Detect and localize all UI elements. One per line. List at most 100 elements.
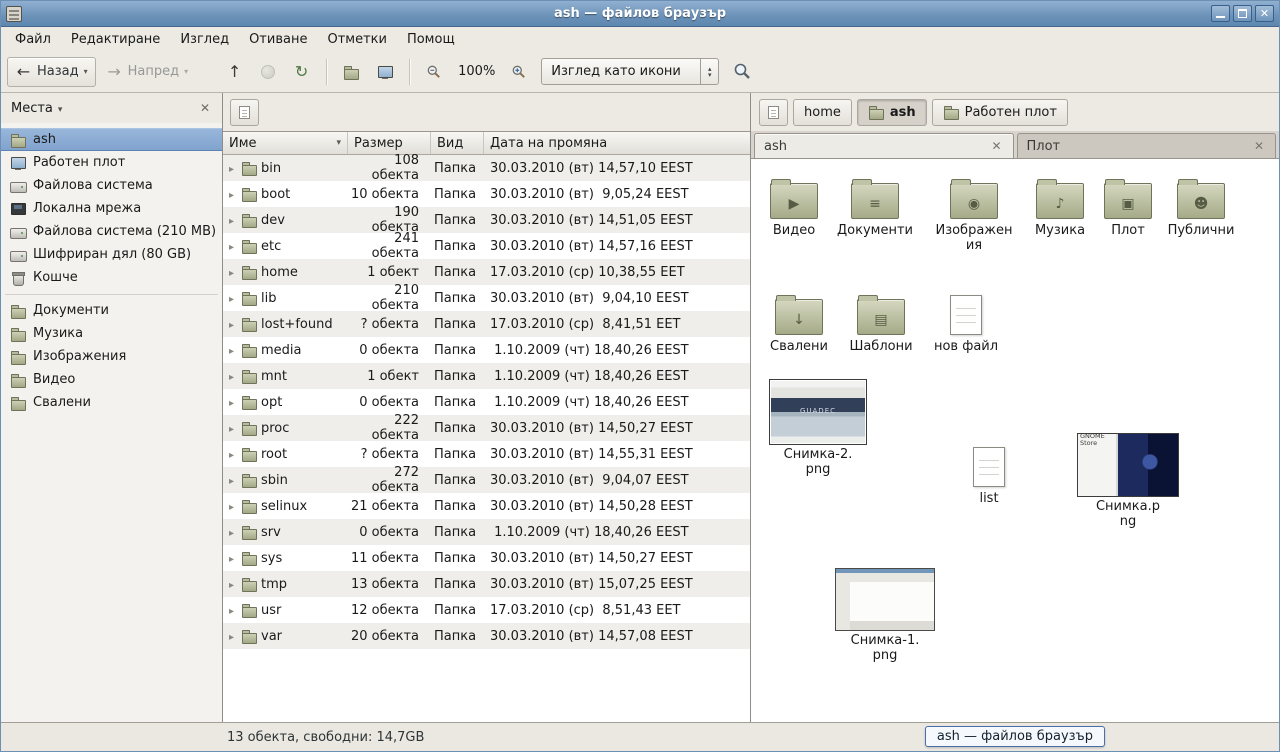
expander-icon[interactable] xyxy=(226,499,237,514)
close-button[interactable] xyxy=(1255,5,1274,22)
file-row[interactable]: selinux 21 обекта Папка 30.03.2010 (вт) … xyxy=(223,493,750,519)
column-header-size[interactable]: Размер xyxy=(348,132,431,154)
file-row[interactable]: srv 0 обекта Папка 1.10.2009 (чт) 18,40,… xyxy=(223,519,750,545)
sidebar-item[interactable]: Документи xyxy=(1,299,222,322)
sidebar-item[interactable]: Свалени xyxy=(1,391,222,414)
sidebar-item[interactable]: Файлова система xyxy=(1,174,222,197)
expander-icon[interactable] xyxy=(226,447,237,462)
file-row[interactable]: media 0 обекта Папка 1.10.2009 (чт) 18,4… xyxy=(223,337,750,363)
expander-icon[interactable] xyxy=(226,421,237,436)
column-header-name[interactable]: Име xyxy=(223,132,348,154)
sidebar-item[interactable]: Изображения xyxy=(1,345,222,368)
back-button[interactable]: ← Назад ▾ xyxy=(7,57,96,87)
tab[interactable]: ash xyxy=(754,133,1014,158)
places-title[interactable]: Места xyxy=(11,101,53,116)
view-mode-select[interactable]: Изглед като икони xyxy=(541,58,719,85)
icon-view-item[interactable]: ↓ Свалени xyxy=(756,285,842,355)
tab-close-icon[interactable] xyxy=(989,139,1003,153)
expander-icon[interactable] xyxy=(226,629,237,644)
close-sidebar-button[interactable] xyxy=(196,100,214,116)
icon-view-item[interactable]: ☻ Публични xyxy=(1158,169,1244,239)
zoom-out-button[interactable] xyxy=(418,57,450,87)
sidebar-item[interactable]: Шифриран дял (80 GB) xyxy=(1,243,222,266)
file-row[interactable]: home 1 обект Папка 17.03.2010 (ср) 10,38… xyxy=(223,259,750,285)
icon-view-item[interactable]: ◉ Изображения xyxy=(931,169,1017,254)
expander-icon[interactable] xyxy=(226,551,237,566)
tab-close-icon[interactable] xyxy=(1252,139,1266,153)
forward-button[interactable]: → Напред ▾ xyxy=(98,57,197,87)
reload-button[interactable]: ↻ xyxy=(285,57,318,87)
path-button[interactable]: Работен плот xyxy=(932,99,1068,126)
file-row[interactable]: root ? обекта Папка 30.03.2010 (вт) 14,5… xyxy=(223,441,750,467)
tab[interactable]: Плот xyxy=(1017,133,1277,158)
sidebar-item[interactable]: Кошче xyxy=(1,266,222,289)
expander-icon[interactable] xyxy=(226,213,237,228)
expander-icon[interactable] xyxy=(226,369,237,384)
expander-icon[interactable] xyxy=(226,265,237,280)
icon-view-item[interactable]: ▶ Видео xyxy=(751,169,837,239)
location-toggle-button[interactable] xyxy=(230,99,259,126)
stop-button[interactable] xyxy=(253,57,283,87)
sidebar-item[interactable]: Файлова система (210 MB) xyxy=(1,220,222,243)
sidebar-item[interactable] xyxy=(1,289,222,299)
file-row[interactable]: boot 10 обекта Папка 30.03.2010 (вт) 9,0… xyxy=(223,181,750,207)
file-row[interactable]: etc 241 обекта Папка 30.03.2010 (вт) 14,… xyxy=(223,233,750,259)
file-row[interactable]: sbin 272 обекта Папка 30.03.2010 (вт) 9,… xyxy=(223,467,750,493)
menu-item[interactable]: Помощ xyxy=(397,29,465,50)
file-row[interactable]: usr 12 обекта Папка 17.03.2010 (ср) 8,51… xyxy=(223,597,750,623)
menu-item[interactable]: Изглед xyxy=(170,29,239,50)
column-header-date[interactable]: Дата на промяна xyxy=(484,132,750,154)
file-row[interactable]: lost+found ? обекта Папка 17.03.2010 (ср… xyxy=(223,311,750,337)
window-menu-icon[interactable] xyxy=(6,6,22,22)
sidebar-item[interactable]: Работен плот xyxy=(1,151,222,174)
file-row[interactable]: bin 108 обекта Папка 30.03.2010 (вт) 14,… xyxy=(223,155,750,181)
sidebar-item[interactable]: Локална мрежа xyxy=(1,197,222,220)
menu-item[interactable]: Отиване xyxy=(239,29,317,50)
expander-icon[interactable] xyxy=(226,161,237,176)
file-type: Папка xyxy=(431,603,484,618)
column-header-type[interactable]: Вид xyxy=(431,132,484,154)
icon-view-item[interactable]: GUADEC Снимка-2.png xyxy=(763,369,873,478)
icon-view-item[interactable]: list xyxy=(954,437,1024,507)
up-button[interactable]: ↑ xyxy=(218,57,251,87)
expander-icon[interactable] xyxy=(226,343,237,358)
path-button[interactable]: home xyxy=(793,99,852,126)
menu-item[interactable]: Редактиране xyxy=(61,29,170,50)
location-toggle-button[interactable] xyxy=(759,99,788,126)
search-button[interactable] xyxy=(725,57,760,87)
sidebar-item[interactable]: Музика xyxy=(1,322,222,345)
sidebar-item[interactable]: Видео xyxy=(1,368,222,391)
file-row[interactable]: tmp 13 обекта Папка 30.03.2010 (вт) 15,0… xyxy=(223,571,750,597)
minimize-button[interactable] xyxy=(1211,5,1230,22)
maximize-button[interactable] xyxy=(1233,5,1252,22)
expander-icon[interactable] xyxy=(226,473,237,488)
home-button[interactable] xyxy=(335,57,367,87)
file-row[interactable]: mnt 1 обект Папка 1.10.2009 (чт) 18,40,2… xyxy=(223,363,750,389)
expander-icon[interactable] xyxy=(226,395,237,410)
expander-icon[interactable] xyxy=(226,239,237,254)
chevron-down-icon[interactable] xyxy=(58,101,63,116)
file-row[interactable]: var 20 обекта Папка 30.03.2010 (вт) 14,5… xyxy=(223,623,750,649)
file-row[interactable]: lib 210 обекта Папка 30.03.2010 (вт) 9,0… xyxy=(223,285,750,311)
icon-view-item[interactable]: Снимка-1.png xyxy=(830,560,940,664)
expander-icon[interactable] xyxy=(226,603,237,618)
icon-view-item[interactable]: GNOME Store Снимка.png xyxy=(1073,425,1183,530)
expander-icon[interactable] xyxy=(226,291,237,306)
expander-icon[interactable] xyxy=(226,525,237,540)
file-row[interactable]: opt 0 обекта Папка 1.10.2009 (чт) 18,40,… xyxy=(223,389,750,415)
menu-item[interactable]: Отметки xyxy=(317,29,396,50)
computer-button[interactable] xyxy=(369,57,401,87)
icon-view-item[interactable]: нов файл xyxy=(923,285,1009,355)
menu-item[interactable]: Файл xyxy=(5,29,61,50)
sidebar-item[interactable]: ash xyxy=(1,128,222,151)
expander-icon[interactable] xyxy=(226,187,237,202)
expander-icon[interactable] xyxy=(226,577,237,592)
file-row[interactable]: proc 222 обекта Папка 30.03.2010 (вт) 14… xyxy=(223,415,750,441)
icon-view-item[interactable]: ▤ Шаблони xyxy=(838,285,924,355)
path-button[interactable]: ash xyxy=(857,99,927,126)
zoom-in-button[interactable] xyxy=(503,57,535,87)
icon-view-item[interactable]: ≡ Документи xyxy=(832,169,918,239)
file-row[interactable]: sys 11 обекта Папка 30.03.2010 (вт) 14,5… xyxy=(223,545,750,571)
file-row[interactable]: dev 190 обекта Папка 30.03.2010 (вт) 14,… xyxy=(223,207,750,233)
expander-icon[interactable] xyxy=(226,317,237,332)
